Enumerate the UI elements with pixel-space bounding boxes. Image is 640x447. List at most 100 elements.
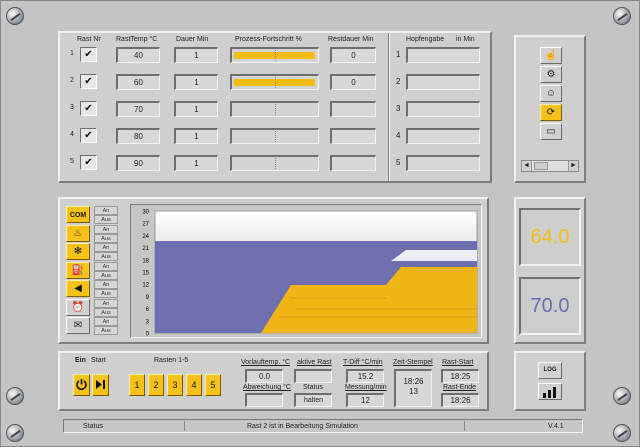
- rast-checkbox[interactable]: ✔: [80, 101, 97, 116]
- scroll-right-button[interactable]: ►: [568, 161, 578, 171]
- rast-dauer-field[interactable]: 1: [174, 155, 218, 171]
- main-window: Rast Nr RastTemp °C Dauer Min Prozess-Fo…: [0, 0, 640, 447]
- aus-label[interactable]: Aus: [94, 289, 118, 298]
- restdauer-field: [330, 128, 376, 144]
- screw-icon: [6, 7, 24, 25]
- rast-button-5[interactable]: 5: [205, 374, 221, 396]
- rast-button-2[interactable]: 2: [148, 374, 164, 396]
- hopfen-number: 5: [396, 158, 401, 167]
- device-state: An Aus: [94, 317, 118, 335]
- rast-button-4[interactable]: 4: [186, 374, 202, 396]
- rast-temp-field[interactable]: 60: [116, 74, 160, 90]
- rast-checkbox[interactable]: ✔: [80, 155, 97, 170]
- rast-ende-label: Rast-Ende: [443, 384, 477, 391]
- rast-checkbox[interactable]: ✔: [80, 128, 97, 143]
- hopfen-field[interactable]: [406, 74, 480, 90]
- actual-temp-display: 64.0: [519, 208, 581, 266]
- rast-button-1[interactable]: 1: [129, 374, 145, 396]
- vorlauftemp-label: Vorlauftemp. °C: [241, 359, 291, 366]
- mail-icon: ✉: [73, 320, 83, 331]
- rast-dauer-field[interactable]: 1: [174, 128, 218, 144]
- hopfen-field[interactable]: [406, 128, 480, 144]
- aus-label[interactable]: Aus: [94, 326, 118, 335]
- rast-temp-field[interactable]: 40: [116, 47, 160, 63]
- rast-dauer-field[interactable]: 1: [174, 101, 218, 117]
- chart-log-button[interactable]: [538, 383, 562, 400]
- status-message: Rast 2 ist in Bearbeitung Simulation: [247, 423, 358, 430]
- com-toggle[interactable]: COM: [66, 206, 90, 223]
- an-label[interactable]: An: [94, 243, 118, 252]
- aus-label[interactable]: Aus: [94, 233, 118, 243]
- an-label[interactable]: An: [94, 317, 118, 326]
- gears-button[interactable]: ⚙: [540, 66, 562, 83]
- screw-icon: [613, 7, 631, 25]
- header-rast-nr: Rast Nr: [77, 36, 101, 43]
- version-label: V.4.1: [548, 423, 564, 430]
- rast-temp-field[interactable]: 80: [116, 128, 160, 144]
- scrollbar[interactable]: ◄ ►: [521, 160, 579, 172]
- power-icon: [76, 379, 87, 390]
- rast-temp-field[interactable]: 70: [116, 101, 160, 117]
- pump-icon: ⛽: [71, 264, 85, 276]
- y-tick-label: 30: [142, 210, 149, 216]
- device-state: An Aus: [94, 243, 118, 261]
- an-label[interactable]: An: [94, 261, 118, 271]
- an-label[interactable]: An: [94, 224, 118, 234]
- status-bar: Status Rast 2 ist in Bearbeitung Simulat…: [63, 419, 583, 433]
- flame-toggle[interactable]: ♨: [66, 224, 90, 242]
- header-dauer: Dauer Min: [176, 36, 209, 43]
- alarm-toggle[interactable]: ⏰: [66, 298, 90, 316]
- header-hopfen-min: in Min: [456, 36, 475, 43]
- stirrer-icon: ✻: [73, 246, 83, 257]
- mail-toggle[interactable]: ✉: [66, 317, 90, 334]
- screw-icon: [613, 387, 631, 405]
- table-divider: [388, 33, 390, 181]
- y-tick-label: 21: [142, 246, 149, 252]
- rast-temp-field[interactable]: 90: [116, 155, 160, 171]
- screw-icon: [6, 387, 24, 405]
- chart-panel: COM An Aus ♨ An Aus ✻ An Aus ⛽ An Aus ◀ An Aus ⏰ An Aus ✉ A…: [58, 197, 489, 344]
- aus-label[interactable]: Aus: [94, 307, 118, 317]
- pump-toggle[interactable]: ⛽: [66, 261, 90, 279]
- alarm-icon: ⏰: [71, 301, 85, 313]
- rast-dauer-field[interactable]: 1: [174, 74, 218, 90]
- hand-pointer-button[interactable]: ☝: [540, 47, 562, 64]
- progress-midline: [275, 77, 276, 88]
- log-button[interactable]: LOG: [538, 362, 562, 379]
- aus-label[interactable]: Aus: [94, 252, 118, 261]
- progress-midline: [275, 131, 276, 142]
- aus-label[interactable]: Aus: [94, 270, 118, 280]
- power-button[interactable]: [73, 374, 90, 396]
- aus-label[interactable]: Aus: [94, 215, 118, 224]
- speaker-toggle[interactable]: ◀: [66, 280, 90, 297]
- chart-area: 30 27 24 21 18 15 12 9 6 3 0: [130, 204, 482, 338]
- hopfen-field[interactable]: [406, 47, 480, 63]
- target-temp-display: 70.0: [519, 277, 581, 335]
- rasten-label: Rasten 1-5: [154, 357, 189, 364]
- device-state: An Aus: [94, 298, 118, 317]
- status-label: Status: [303, 384, 323, 391]
- an-label[interactable]: An: [94, 280, 118, 289]
- rast-checkbox[interactable]: ✔: [80, 47, 97, 62]
- y-tick-label: 3: [146, 319, 150, 325]
- log-panel: LOG: [514, 351, 586, 411]
- chef-button[interactable]: ☺: [540, 85, 562, 102]
- scroll-left-button[interactable]: ◄: [522, 161, 532, 171]
- an-label[interactable]: An: [94, 298, 118, 308]
- rast-button-3[interactable]: 3: [167, 374, 183, 396]
- hand-pointer-icon: ☝: [544, 50, 558, 61]
- device-state: An Aus: [94, 206, 118, 224]
- rast-checkbox[interactable]: ✔: [80, 74, 97, 89]
- stirrer-toggle[interactable]: ✻: [66, 243, 90, 260]
- hopfen-number: 2: [396, 77, 401, 86]
- an-label[interactable]: An: [94, 206, 118, 215]
- refresh-icon: ⟳: [546, 107, 556, 118]
- hopfen-field[interactable]: [406, 155, 480, 171]
- refresh-button[interactable]: ⟳: [540, 104, 562, 121]
- y-tick-label: 9: [146, 295, 150, 301]
- rast-dauer-field[interactable]: 1: [174, 47, 218, 63]
- code-monitor-button[interactable]: ▭: [540, 123, 562, 140]
- scroll-thumb[interactable]: [534, 162, 548, 170]
- start-button[interactable]: [92, 374, 109, 396]
- hopfen-field[interactable]: [406, 101, 480, 117]
